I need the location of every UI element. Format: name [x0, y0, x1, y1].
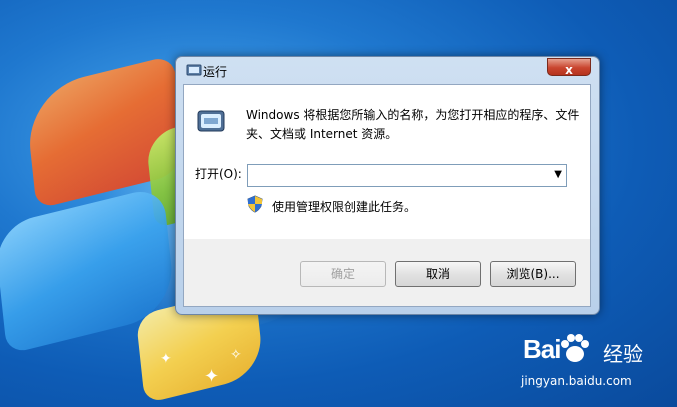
admin-note: 使用管理权限创建此任务。 — [272, 200, 417, 214]
watermark-brand: 经验 — [603, 342, 643, 366]
watermark-url: jingyan.baidu.com — [521, 374, 632, 388]
close-icon: x — [565, 63, 573, 77]
chevron-down-icon[interactable]: ▼ — [554, 169, 562, 180]
window-title: 运行 — [203, 65, 228, 79]
cancel-button[interactable]: 取消 — [395, 261, 481, 287]
open-label: 打开(O): — [195, 167, 242, 181]
sparkle-icon: ✦ — [160, 351, 172, 367]
browse-button[interactable]: 浏览(B)... — [490, 261, 576, 287]
title-bar[interactable]: 运行 x — [176, 57, 599, 83]
sparkle-icon: ✦ — [204, 366, 220, 387]
open-combobox[interactable]: ▼ — [247, 164, 567, 187]
dialog-body: Windows 将根据您所输入的名称，为您打开相应的程序、文件夹、文档或 Int… — [183, 84, 591, 307]
close-button[interactable]: x — [547, 58, 591, 77]
paw-icon — [561, 334, 589, 362]
ok-button[interactable]: 确定 — [300, 261, 386, 287]
uac-shield-icon — [247, 195, 263, 213]
watermark-logo-text: Bai — [523, 334, 561, 364]
baidu-jingyan-watermark: Bai 经验 jingyan.baidu.com — [515, 330, 675, 400]
run-description: Windows 将根据您所输入的名称，为您打开相应的程序、文件夹、文档或 Int… — [246, 108, 580, 141]
sparkle-icon: ✧ — [230, 347, 242, 363]
run-icon — [186, 64, 202, 76]
open-input[interactable] — [248, 165, 544, 186]
dialog-content-area: Windows 将根据您所输入的名称，为您打开相应的程序、文件夹、文档或 Int… — [184, 85, 590, 239]
run-program-icon — [197, 110, 225, 132]
run-dialog: 运行 x Windows 将根据您所输入的名称，为您打开相应的程序、文件夹、文档… — [175, 56, 600, 315]
